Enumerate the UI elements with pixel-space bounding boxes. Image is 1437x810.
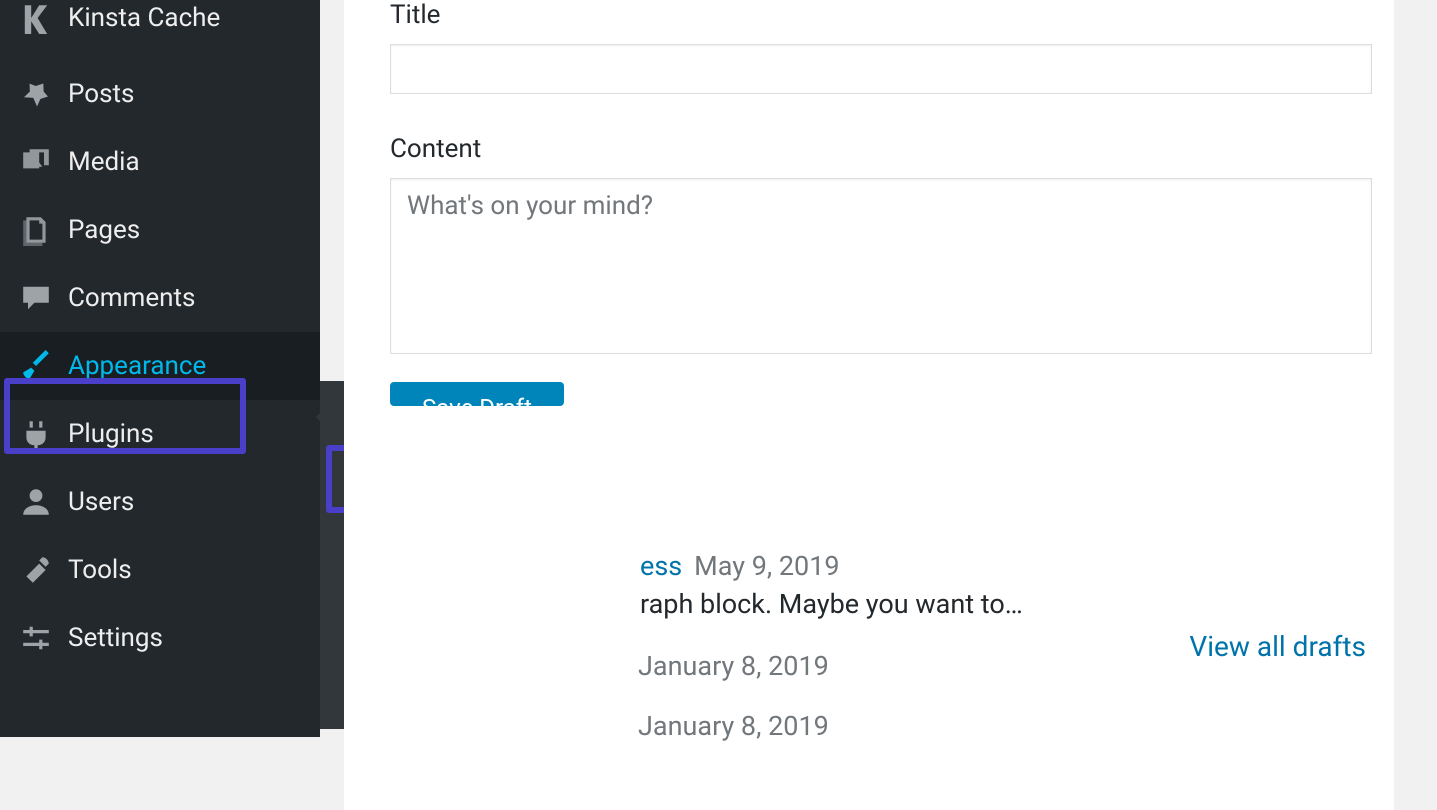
sidebar-item-pages[interactable]: Pages xyxy=(0,196,320,264)
sidebar-item-comments[interactable]: Comments xyxy=(0,264,320,332)
page-scrollbar[interactable] xyxy=(1417,0,1437,737)
sidebar-item-tools[interactable]: Tools xyxy=(0,536,320,604)
drafts-section: View all drafts ess May 9, 2019 raph blo… xyxy=(344,550,1394,742)
draft-date: May 9, 2019 xyxy=(694,550,839,582)
sidebar-item-posts[interactable]: Posts xyxy=(0,60,320,128)
media-icon xyxy=(18,144,54,180)
sidebar-item-kinsta-cache[interactable]: Kinsta Cache xyxy=(0,0,320,60)
sidebar-item-settings[interactable]: Settings xyxy=(0,604,320,672)
sidebar-item-label: Tools xyxy=(68,555,132,585)
comment-icon xyxy=(18,280,54,316)
sidebar-item-users[interactable]: Users xyxy=(0,468,320,536)
sidebar-item-label: Kinsta Cache xyxy=(68,3,220,33)
plug-icon xyxy=(18,416,54,452)
sidebar-item-label: Plugins xyxy=(68,419,154,449)
draft-date: January 8, 2019 xyxy=(638,710,829,742)
admin-sidebar: Kinsta Cache Posts Media Pages Comments … xyxy=(0,0,320,737)
sidebar-item-plugins[interactable]: Plugins xyxy=(0,400,320,468)
sidebar-item-label: Appearance xyxy=(68,351,206,381)
sidebar-item-media[interactable]: Media xyxy=(0,128,320,196)
draft-item[interactable]: ess May 9, 2019 raph block. Maybe you wa… xyxy=(640,550,1372,620)
sidebar-item-label: Pages xyxy=(68,215,140,245)
sidebar-item-label: Comments xyxy=(68,283,195,313)
save-draft-button[interactable]: Save Draft xyxy=(390,382,564,406)
draft-item[interactable]: January 8, 2019 xyxy=(638,710,1372,742)
draft-title-fragment: ess xyxy=(640,550,682,582)
kinsta-icon xyxy=(18,0,54,36)
title-input[interactable] xyxy=(390,44,1372,94)
view-all-drafts-link[interactable]: View all drafts xyxy=(1189,630,1366,663)
title-label: Title xyxy=(390,0,1372,30)
main-content-panel: Title Content Save Draft View all drafts… xyxy=(344,0,1394,810)
sidebar-item-label: Users xyxy=(68,487,134,517)
sidebar-item-label: Posts xyxy=(68,79,134,109)
pin-icon xyxy=(18,76,54,112)
sidebar-item-label: Media xyxy=(68,147,140,177)
pages-icon xyxy=(18,212,54,248)
sliders-icon xyxy=(18,620,54,656)
brush-icon xyxy=(18,348,54,384)
user-icon xyxy=(18,484,54,520)
content-textarea[interactable] xyxy=(390,178,1372,354)
sidebar-item-appearance[interactable]: Appearance xyxy=(0,332,320,400)
draft-date: January 8, 2019 xyxy=(638,650,829,682)
content-label: Content xyxy=(390,134,1372,164)
sidebar-item-label: Settings xyxy=(68,623,163,653)
wrench-icon xyxy=(18,552,54,588)
draft-excerpt: raph block. Maybe you want to… xyxy=(640,588,1372,620)
